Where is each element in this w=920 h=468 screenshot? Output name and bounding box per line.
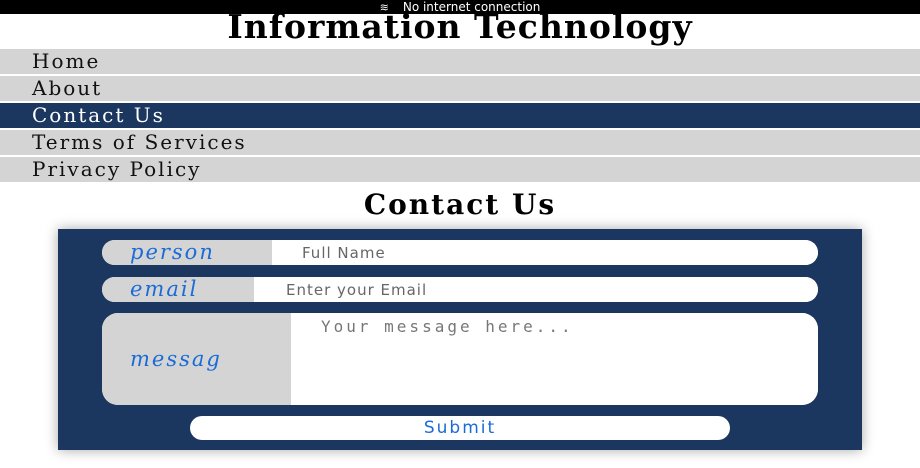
nav-menu: Home About Contact Us Terms of Services …: [0, 49, 920, 184]
bottom-partial-heading: [0, 456, 920, 468]
message-label: messag: [102, 313, 291, 405]
message-textarea[interactable]: [291, 313, 818, 405]
nav-item-privacy-policy[interactable]: Privacy Policy: [0, 157, 920, 184]
bottom-partial-text: [150, 456, 164, 468]
name-field: person: [102, 240, 818, 265]
email-input[interactable]: [254, 277, 818, 302]
email-label: email: [102, 277, 254, 302]
nav-item-home[interactable]: Home: [0, 49, 920, 76]
nav-item-terms-of-services[interactable]: Terms of Services: [0, 130, 920, 157]
submit-button[interactable]: Submit: [190, 416, 730, 440]
site-title: Information Technology: [227, 7, 693, 46]
nav-item-contact-us[interactable]: Contact Us: [0, 103, 920, 130]
contact-form: person email messag Submit: [58, 229, 862, 450]
page-title: Contact Us: [363, 188, 557, 221]
email-field: email: [102, 277, 818, 302]
message-field: messag: [102, 313, 818, 405]
name-input[interactable]: [272, 240, 818, 265]
nav-item-about[interactable]: About: [0, 76, 920, 103]
name-label: person: [102, 240, 272, 265]
